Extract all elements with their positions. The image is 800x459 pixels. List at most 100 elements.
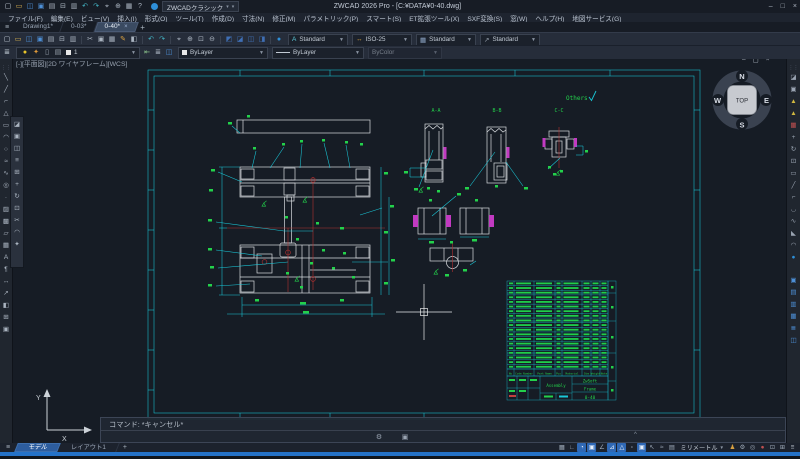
fillet-icon[interactable]: ◠ (789, 241, 799, 250)
table-style-combo[interactable]: ▦ Standard ▼ (416, 34, 476, 46)
command-panel-icon[interactable]: ▣ (400, 433, 410, 443)
close-button[interactable]: × (793, 3, 797, 10)
dim-style-combo[interactable]: ↔ ISO-25 ▼ (352, 34, 412, 46)
layer-translate-icon[interactable]: ◫ (164, 48, 174, 58)
redo-icon[interactable]: ↷ (157, 35, 167, 45)
save-all-icon[interactable]: ▣ (35, 35, 45, 45)
menu-item-13[interactable]: 窓(W) (506, 13, 531, 23)
pan-icon[interactable]: ⌖ (174, 35, 184, 45)
ortho-icon[interactable]: ∟ (567, 443, 576, 452)
cursor-mode-icon[interactable]: ↖ (647, 443, 656, 452)
ungroup-icon[interactable]: ▤ (789, 288, 799, 297)
properties-icon[interactable]: ▦ (124, 2, 134, 12)
menu-item-6[interactable]: 作成(D) (208, 13, 238, 23)
viewport-single-icon[interactable]: ◩ (224, 35, 234, 45)
menu-item-7[interactable]: 寸法(N) (238, 13, 268, 23)
command-line-panel[interactable]: コマンド: *キャンセル* (100, 417, 786, 443)
dimension-icon[interactable]: ↔ (1, 277, 11, 286)
layer-plot-icon[interactable]: ▤ (53, 48, 63, 58)
polyline-icon[interactable]: ⌐ (1, 97, 11, 106)
isolate-objects-icon[interactable]: ◎ (748, 443, 757, 452)
layer-on-bulb-icon[interactable]: ● (20, 48, 30, 58)
construction-line-icon[interactable]: ╱ (1, 85, 11, 94)
zoom-extents-icon[interactable]: ⊕ (113, 2, 123, 12)
menu-item-0[interactable]: ファイル(F) (4, 13, 47, 23)
viewport-multi-icon[interactable]: ◪ (235, 35, 245, 45)
fillet-icon[interactable]: ◠ (12, 228, 22, 237)
menu-item-8[interactable]: 修正(M) (268, 13, 299, 23)
render-icon[interactable]: ● (274, 35, 284, 45)
menu-item-15[interactable]: 地図サービス(G) (568, 13, 625, 23)
break-icon[interactable]: ◡ (789, 205, 799, 214)
close-tab-icon[interactable]: × (124, 24, 128, 30)
insert-icon[interactable]: ⊞ (1, 313, 11, 322)
match-properties-icon[interactable]: ✎ (118, 35, 128, 45)
zoom-previous-icon[interactable]: ⊖ (207, 35, 217, 45)
clean-screen-icon[interactable]: ⊡ (768, 443, 777, 452)
layout-menu-icon[interactable]: ≡ (0, 444, 16, 451)
paste-icon[interactable]: ▦ (107, 35, 117, 45)
workspace-selector[interactable]: ZWCADクラシック ▾ ▾ (162, 1, 239, 12)
object-tracking-icon[interactable]: ⊿ (607, 443, 616, 452)
dynamic-ucs-icon[interactable]: △ (617, 443, 626, 452)
menu-item-12[interactable]: SXF変換(S) (463, 13, 506, 23)
group-icon[interactable]: ▣ (789, 276, 799, 285)
menu-item-10[interactable]: スマート(S) (362, 13, 405, 23)
open-icon[interactable]: ▭ (13, 35, 23, 45)
layer-previous-icon[interactable]: ⇤ (142, 48, 152, 58)
menu-item-11[interactable]: ET拡張ツール(X) (405, 13, 463, 23)
layer-unlock-icon[interactable]: ▯ (42, 48, 52, 58)
lineweight-icon[interactable]: ∠ (597, 443, 606, 452)
layer-combo[interactable]: ●✦▯▤ 1 ▼ (16, 47, 140, 59)
menu-item-3[interactable]: 挿入(I) (113, 13, 140, 23)
menu-item-2[interactable]: ビュー(V) (77, 13, 114, 23)
line-icon[interactable]: ╲ (1, 73, 11, 82)
model-tab[interactable]: モデル (16, 443, 59, 452)
trim-icon[interactable]: ✂ (12, 216, 22, 225)
menu-item-1[interactable]: 編集(E) (47, 13, 77, 23)
join-icon[interactable]: ∿ (789, 217, 799, 226)
menu-item-9[interactable]: パラメトリック(P) (299, 13, 362, 23)
leader-icon[interactable]: ↗ (1, 289, 11, 298)
drawing-canvas[interactable] (13, 58, 786, 452)
layer-thaw-sun-icon[interactable]: ✦ (31, 48, 41, 58)
rotate-icon[interactable]: ↻ (12, 192, 22, 201)
pages-icon[interactable]: ≣ (789, 324, 799, 333)
osnap-icon[interactable]: ▣ (587, 443, 596, 452)
move-icon[interactable]: + (789, 133, 799, 142)
redo-icon[interactable]: ↷ (91, 2, 101, 12)
mirror-icon[interactable]: ▲ (789, 97, 799, 106)
zoom-realtime-icon[interactable]: ⊕ (185, 35, 195, 45)
publish-icon[interactable]: ▥ (69, 2, 79, 12)
command-input[interactable] (101, 430, 785, 442)
explode-icon[interactable]: ● (789, 253, 799, 262)
preview-icon[interactable]: ⊟ (57, 35, 67, 45)
menu-item-4[interactable]: 形式(O) (141, 13, 172, 23)
cut-icon[interactable]: ✂ (85, 35, 95, 45)
linetype-combo[interactable]: ByLayer ▼ (272, 47, 364, 59)
plot-preview-icon[interactable]: ⊟ (58, 2, 68, 12)
menu-item-14[interactable]: ヘルプ(H) (531, 13, 568, 23)
undo-icon[interactable]: ↶ (80, 2, 90, 12)
array-icon[interactable]: ⊞ (12, 168, 22, 177)
performance-icon[interactable]: ● (758, 443, 767, 452)
fullscreen-icon[interactable]: ⊞ (778, 443, 787, 452)
rotate-icon[interactable]: ↻ (789, 145, 799, 154)
xref-icon[interactable]: ▣ (1, 325, 11, 334)
save-as-icon[interactable]: ▣ (36, 2, 46, 12)
add-layout-button[interactable]: + (118, 444, 132, 451)
save-icon[interactable]: ◫ (24, 35, 34, 45)
statusbar-collapse-icon[interactable]: ^ (634, 432, 637, 438)
scale-icon[interactable]: ⊡ (789, 157, 799, 166)
erase-icon[interactable]: ◪ (789, 73, 799, 82)
selection-filter-icon[interactable]: ♟ (728, 443, 737, 452)
menu-item-5[interactable]: ツール(T) (172, 13, 208, 23)
erase-icon[interactable]: ◪ (12, 120, 22, 129)
mleader-style-combo[interactable]: ↗ Standard ▼ (480, 34, 540, 46)
insert-block-icon[interactable]: ◧ (129, 35, 139, 45)
doc-tab-drawing1[interactable]: Drawing1* (14, 22, 62, 32)
annotation-monitor-icon[interactable]: ≈ (657, 443, 666, 452)
zoom-window-icon[interactable]: ⊡ (196, 35, 206, 45)
view-manager-icon[interactable]: ◫ (246, 35, 256, 45)
layer-states-icon[interactable]: ≣ (153, 48, 163, 58)
